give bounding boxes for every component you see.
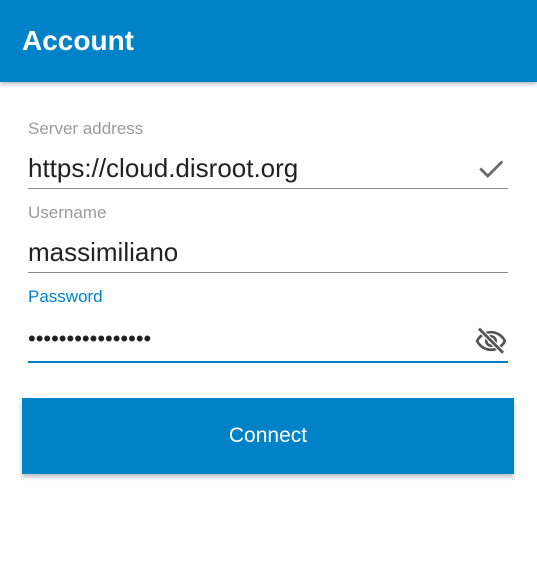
- connect-button[interactable]: Connect: [22, 398, 514, 474]
- check-icon: [479, 160, 504, 179]
- server-address-input[interactable]: https://cloud.disroot.org: [28, 153, 298, 183]
- username-label: Username: [28, 203, 107, 222]
- username-underline: [28, 272, 508, 273]
- password-input[interactable]: ••••••••••••••••: [28, 324, 151, 354]
- page-title: Account: [22, 25, 134, 56]
- visibility-off-icon[interactable]: [474, 323, 508, 357]
- server-address-underline: [28, 188, 508, 189]
- username-input[interactable]: massimiliano: [28, 237, 178, 267]
- server-address-label: Server address: [28, 119, 144, 138]
- server-address-field[interactable]: Server address https://cloud.disroot.org: [28, 118, 508, 190]
- app-bar: Account: [0, 0, 537, 82]
- password-field[interactable]: Password ••••••••••••••••: [28, 286, 508, 364]
- password-label: Password: [28, 287, 103, 306]
- username-field[interactable]: Username massimiliano: [28, 202, 508, 274]
- password-underline: [28, 361, 508, 363]
